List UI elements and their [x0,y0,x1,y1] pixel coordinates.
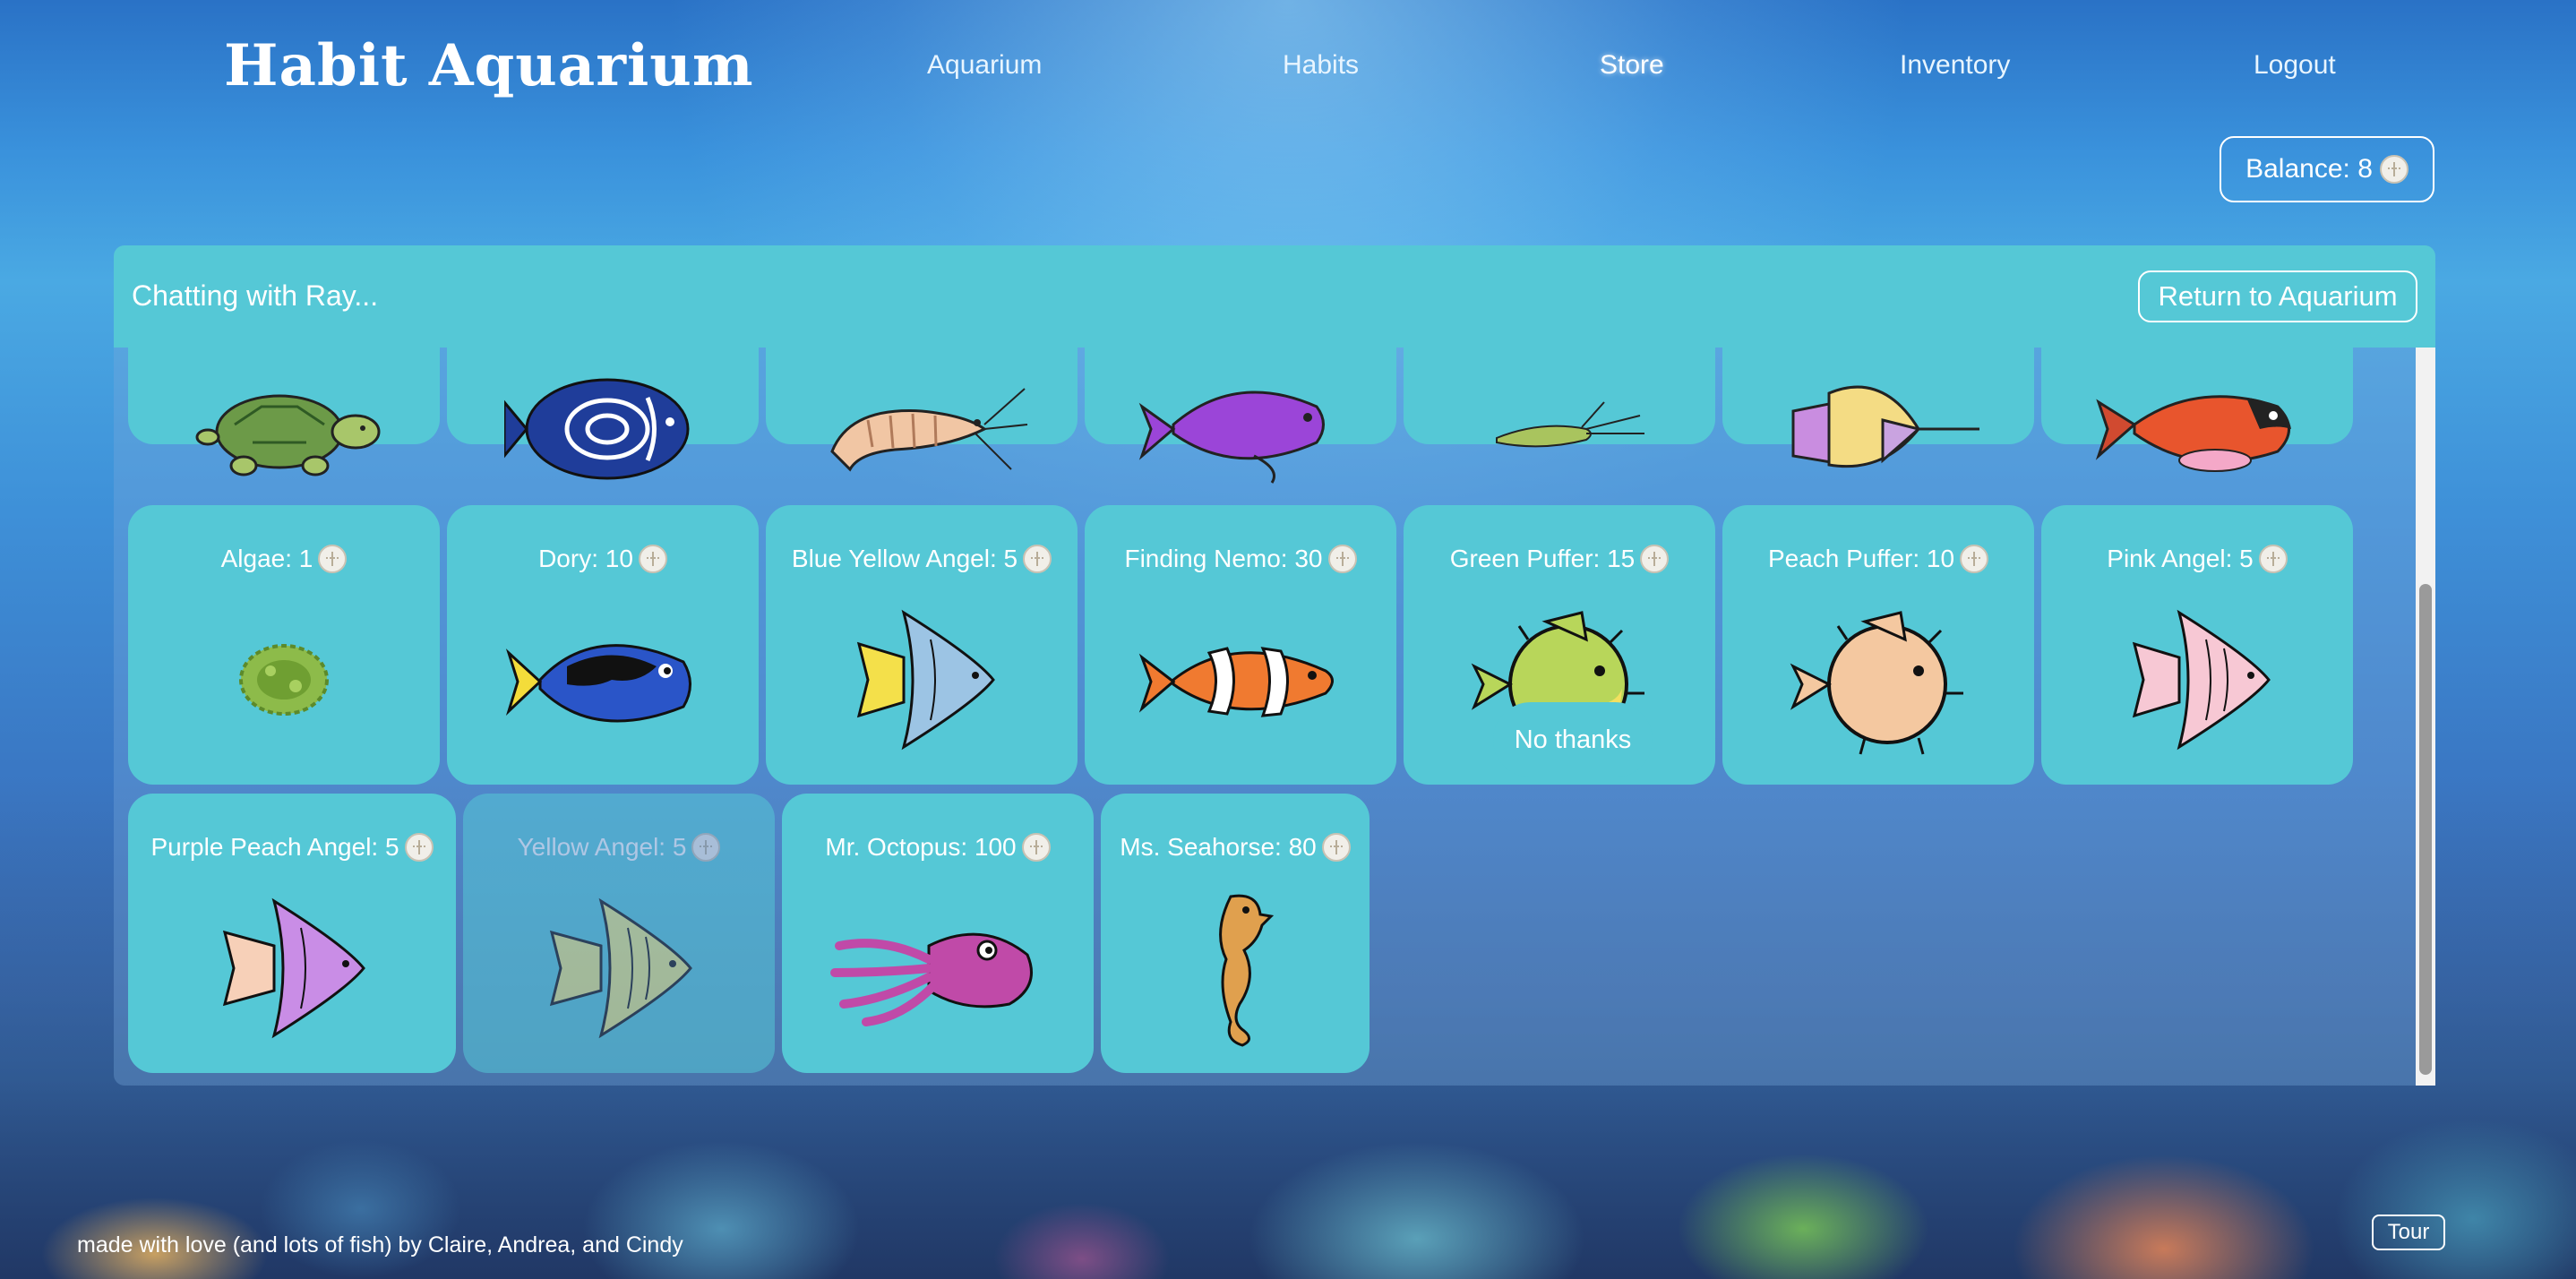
blue-angel-image [447,348,759,514]
sand-dollar-icon [318,545,348,573]
item-label: Ms. Seahorse: 80 [1120,833,1317,861]
swordfish-image [1722,348,2034,514]
pink-angel-image [2041,595,2353,765]
store-item-finding-nemo[interactable]: Finding Nemo: 30 [1085,505,1396,785]
store-item-list[interactable]: Algae: 1 Dory: 10 Blue Yellow Angel: 5 F… [114,348,2435,1086]
item-label: Purple Peach Angel: 5 [150,833,399,861]
store-item-turtle[interactable] [128,348,440,476]
store-item-blue-angel[interactable] [447,348,759,480]
store-item-swordfish[interactable] [1722,348,2034,468]
nav-inventory[interactable]: Inventory [1900,50,2010,81]
store-item-dory[interactable]: Dory: 10 [447,505,759,785]
nav-habits[interactable]: Habits [1283,50,1359,81]
store-item-red-fish[interactable] [2041,348,2353,472]
sand-dollar-icon [1640,545,1670,573]
store-item-algae[interactable]: Algae: 1 [128,505,440,785]
small-green-fish-image [1404,348,1715,514]
app-logo[interactable]: Habit Aquarium [224,32,754,99]
nav-aquarium[interactable]: Aquarium [927,50,1042,81]
dialog-title: Chatting with Ray... [132,279,379,312]
sand-dollar-icon [2379,155,2409,184]
sand-dollar-icon [1960,545,1989,573]
item-label: Mr. Octopus: 100 [825,833,1017,861]
store-item-yellow-angel[interactable]: Yellow Angel: 5 [463,794,775,1073]
store-item-blue-yellow-angel[interactable]: Blue Yellow Angel: 5 [766,505,1078,785]
dory-image [447,595,759,765]
seahorse-image [1101,883,1370,1053]
store-item-shrimp[interactable] [766,348,1078,472]
item-label: Dory: 10 [538,545,633,572]
store-item-peach-puffer[interactable]: Peach Puffer: 10 [1722,505,2034,785]
balance-display: Balance: 8 [2220,136,2434,202]
footer-credit: made with love (and lots of fish) by Cla… [77,1232,683,1258]
store-item-small-green-fish[interactable] [1404,348,1715,448]
item-label: Algae: 1 [220,545,313,572]
purple-peach-angel-image [128,883,456,1053]
nemo-image [1085,595,1396,765]
yellow-angel-image [463,883,775,1053]
store-item-pink-angel[interactable]: Pink Angel: 5 [2041,505,2353,785]
purple-fish-image [1085,348,1396,514]
algae-image [128,595,440,765]
sand-dollar-icon [1021,833,1051,862]
peach-puffer-image [1722,595,2034,765]
item-label: Green Puffer: 15 [1449,545,1636,572]
red-fish-image [2041,348,2353,514]
store-item-ms-seahorse[interactable]: Ms. Seahorse: 80 [1101,794,1370,1073]
blue-yellow-angel-image [766,595,1078,765]
item-label: Yellow Angel: 5 [517,833,687,861]
sand-dollar-icon [691,833,721,862]
no-thanks-button[interactable]: No thanks [1493,702,1653,777]
sand-dollar-icon [638,545,667,573]
item-label: Peach Puffer: 10 [1767,545,1955,572]
return-to-aquarium-button[interactable]: Return to Aquarium [2138,270,2417,322]
store-item-mr-octopus[interactable]: Mr. Octopus: 100 [782,794,1094,1073]
item-label: Finding Nemo: 30 [1124,545,1323,572]
sand-dollar-icon [2258,545,2288,573]
nav-logout[interactable]: Logout [2254,50,2336,81]
store-item-purple-peach-angel[interactable]: Purple Peach Angel: 5 [128,794,456,1073]
dialog-header: Chatting with Ray... Return to Aquarium [114,245,2435,348]
octopus-image [782,883,1094,1053]
store-dialog: Chatting with Ray... Return to Aquarium [114,245,2435,1086]
item-label: Pink Angel: 5 [2107,545,2254,572]
nav-store[interactable]: Store [1600,50,1664,81]
sand-dollar-icon [1327,545,1357,573]
tour-button[interactable]: Tour [2372,1215,2445,1250]
store-item-purple-fish[interactable] [1085,348,1396,484]
turtle-image [128,348,440,514]
sand-dollar-icon [1023,545,1052,573]
balance-label: Balance: 8 [2245,154,2373,184]
shrimp-image [766,348,1078,514]
sand-dollar-icon [404,833,434,862]
item-label: Blue Yellow Angel: 5 [791,545,1018,572]
scrollbar-thumb[interactable] [2419,584,2432,1075]
sand-dollar-icon [1321,833,1351,862]
